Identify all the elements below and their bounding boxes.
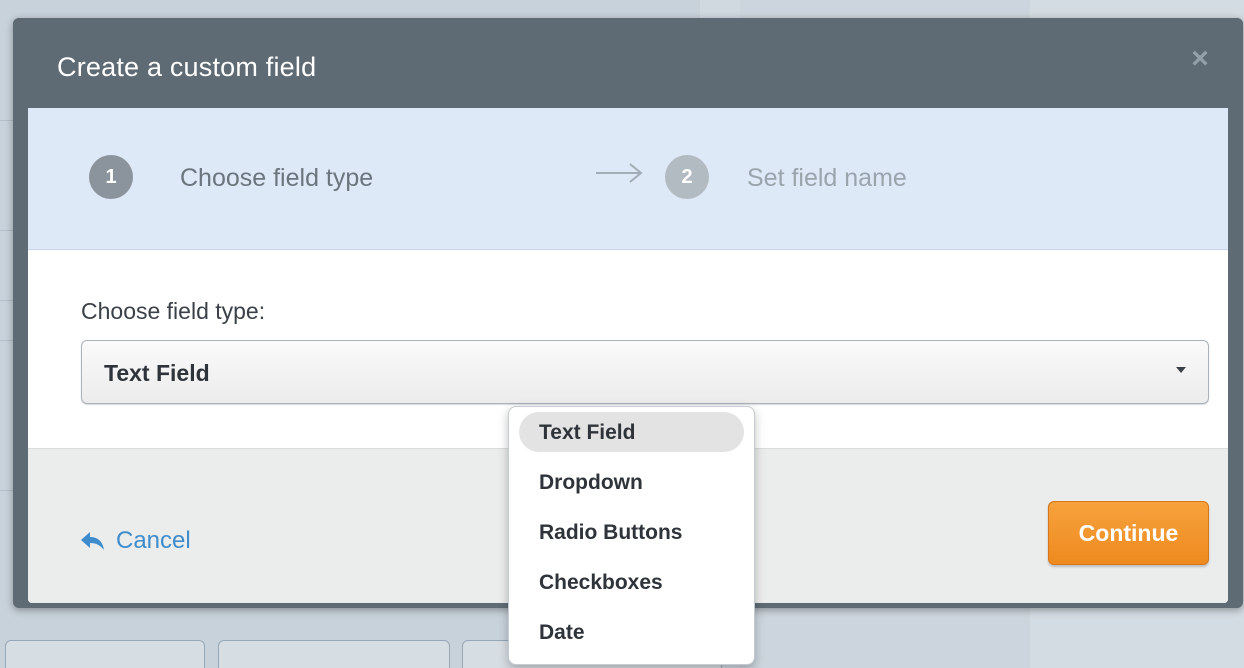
field-type-dropdown-menu: Text Field Dropdown Radio Buttons Checkb…	[508, 406, 755, 665]
field-type-select[interactable]: Text Field	[81, 340, 1209, 404]
caret-down-icon	[1176, 367, 1186, 373]
dropdown-option-radio-buttons[interactable]: Radio Buttons	[519, 512, 744, 552]
dropdown-option-date[interactable]: Date	[519, 612, 744, 652]
cancel-button[interactable]: Cancel	[80, 527, 191, 555]
arrow-right-icon	[596, 163, 643, 183]
modal-header: Create a custom field ×	[13, 18, 1243, 108]
step-1-number: 1	[89, 155, 133, 199]
dropdown-option-dropdown[interactable]: Dropdown	[519, 462, 744, 502]
field-type-selected-value: Text Field	[104, 360, 210, 386]
field-type-label: Choose field type:	[81, 298, 266, 324]
dropdown-option-text-field[interactable]: Text Field	[519, 412, 744, 452]
step-2-label: Set field name	[747, 164, 907, 192]
close-icon[interactable]: ×	[1185, 44, 1215, 74]
step-1-label: Choose field type	[180, 164, 374, 192]
continue-button[interactable]: Continue	[1048, 501, 1209, 565]
step-2-number: 2	[665, 155, 709, 199]
reply-icon	[81, 532, 104, 550]
dropdown-option-checkboxes[interactable]: Checkboxes	[519, 562, 744, 602]
cancel-label: Cancel	[116, 527, 191, 554]
modal-title: Create a custom field	[57, 52, 317, 82]
step-indicator: 1 Choose field type 2 Set field name	[28, 108, 1228, 250]
